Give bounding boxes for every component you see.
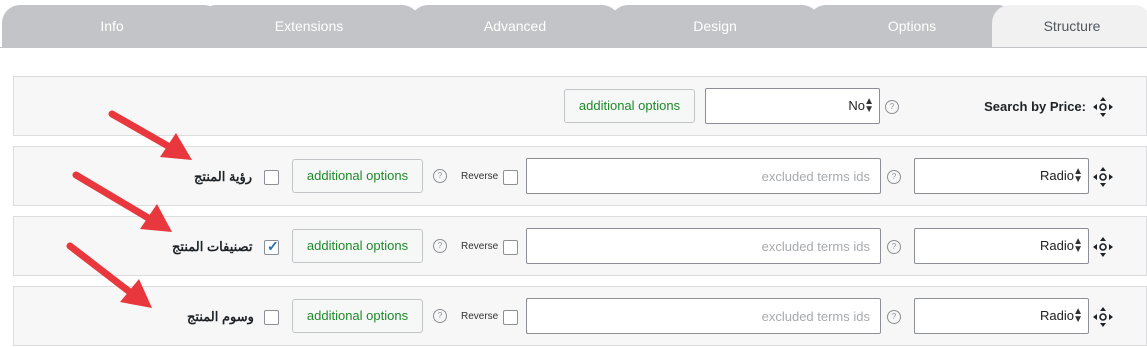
filter-enable-checkbox[interactable] [264, 170, 279, 185]
tab-divider [0, 47, 1147, 48]
excluded-terms-input[interactable] [526, 158, 881, 194]
question-circle-icon[interactable]: ? [433, 239, 447, 253]
price-select[interactable]: No ▲ ▼ [705, 88, 880, 124]
excluded-terms-input[interactable] [526, 228, 881, 264]
move-arrows-icon[interactable] [1092, 236, 1114, 258]
question-circle-icon[interactable]: ? [887, 240, 901, 254]
reverse-checkbox[interactable] [503, 170, 518, 185]
reverse-label: Reverse [461, 171, 499, 182]
filter-enable-checkbox[interactable] [264, 310, 279, 325]
additional-options-button[interactable]: additional options [292, 299, 423, 333]
move-arrows-icon[interactable] [1092, 166, 1114, 188]
filter-enable-checkbox[interactable]: ✓ [264, 238, 279, 255]
display-type-value: Radio [1040, 168, 1074, 183]
move-arrows-icon[interactable] [1092, 306, 1114, 328]
chevron-updown-icon: ▲ ▼ [1073, 306, 1083, 325]
filter-row-product-categories: تصنيفات المنتج ✓ additional options ? Re… [13, 216, 1147, 276]
tab-bar: Info Extensions Advanced Design Options … [0, 0, 1147, 48]
search-by-price-row: additional options No ▲ ▼ ? :Search by Pr… [13, 76, 1147, 136]
reverse-checkbox[interactable] [503, 240, 518, 255]
display-type-select[interactable]: Radio ▲ ▼ [914, 298, 1089, 334]
price-select-value: No [848, 98, 865, 113]
chevron-updown-icon: ▲ ▼ [1073, 166, 1083, 185]
tab-design[interactable]: Design [610, 5, 820, 48]
search-by-price-label: :Search by Price [984, 99, 1086, 114]
filter-label: رؤية المنتج [194, 169, 253, 184]
additional-options-button[interactable]: additional options [292, 229, 423, 263]
question-circle-icon[interactable]: ? [885, 100, 899, 114]
display-type-select[interactable]: Radio ▲ ▼ [914, 158, 1089, 194]
reverse-label: Reverse [461, 241, 499, 252]
additional-options-button[interactable]: additional options [292, 159, 423, 193]
tab-advanced[interactable]: Advanced [410, 5, 620, 48]
tab-options[interactable]: Options [808, 5, 1016, 48]
display-type-value: Radio [1040, 238, 1074, 253]
tab-extensions[interactable]: Extensions [198, 5, 420, 48]
chevron-updown-icon: ▲ ▼ [864, 96, 874, 115]
filter-row-product-visibility: رؤية المنتج additional options ? Reverse… [13, 146, 1147, 206]
filter-row-product-tags: وسوم المنتج additional options ? Reverse… [13, 286, 1147, 346]
display-type-value: Radio [1040, 308, 1074, 323]
reverse-label: Reverse [461, 311, 499, 322]
tab-structure[interactable]: Structure [992, 5, 1147, 48]
question-circle-icon[interactable]: ? [433, 309, 447, 323]
checkmark-icon: ✓ [267, 238, 279, 254]
filter-label: تصنيفات المنتج [172, 239, 253, 254]
question-circle-icon[interactable]: ? [887, 170, 901, 184]
filter-label: وسوم المنتج [187, 309, 254, 324]
question-circle-icon[interactable]: ? [433, 169, 447, 183]
excluded-terms-input[interactable] [526, 298, 881, 334]
reverse-checkbox[interactable] [503, 310, 518, 325]
question-circle-icon[interactable]: ? [887, 310, 901, 324]
display-type-select[interactable]: Radio ▲ ▼ [914, 228, 1089, 264]
price-additional-options-button[interactable]: additional options [564, 89, 695, 123]
chevron-updown-icon: ▲ ▼ [1073, 236, 1083, 255]
tab-info[interactable]: Info [2, 5, 222, 48]
move-arrows-icon[interactable] [1092, 96, 1114, 118]
